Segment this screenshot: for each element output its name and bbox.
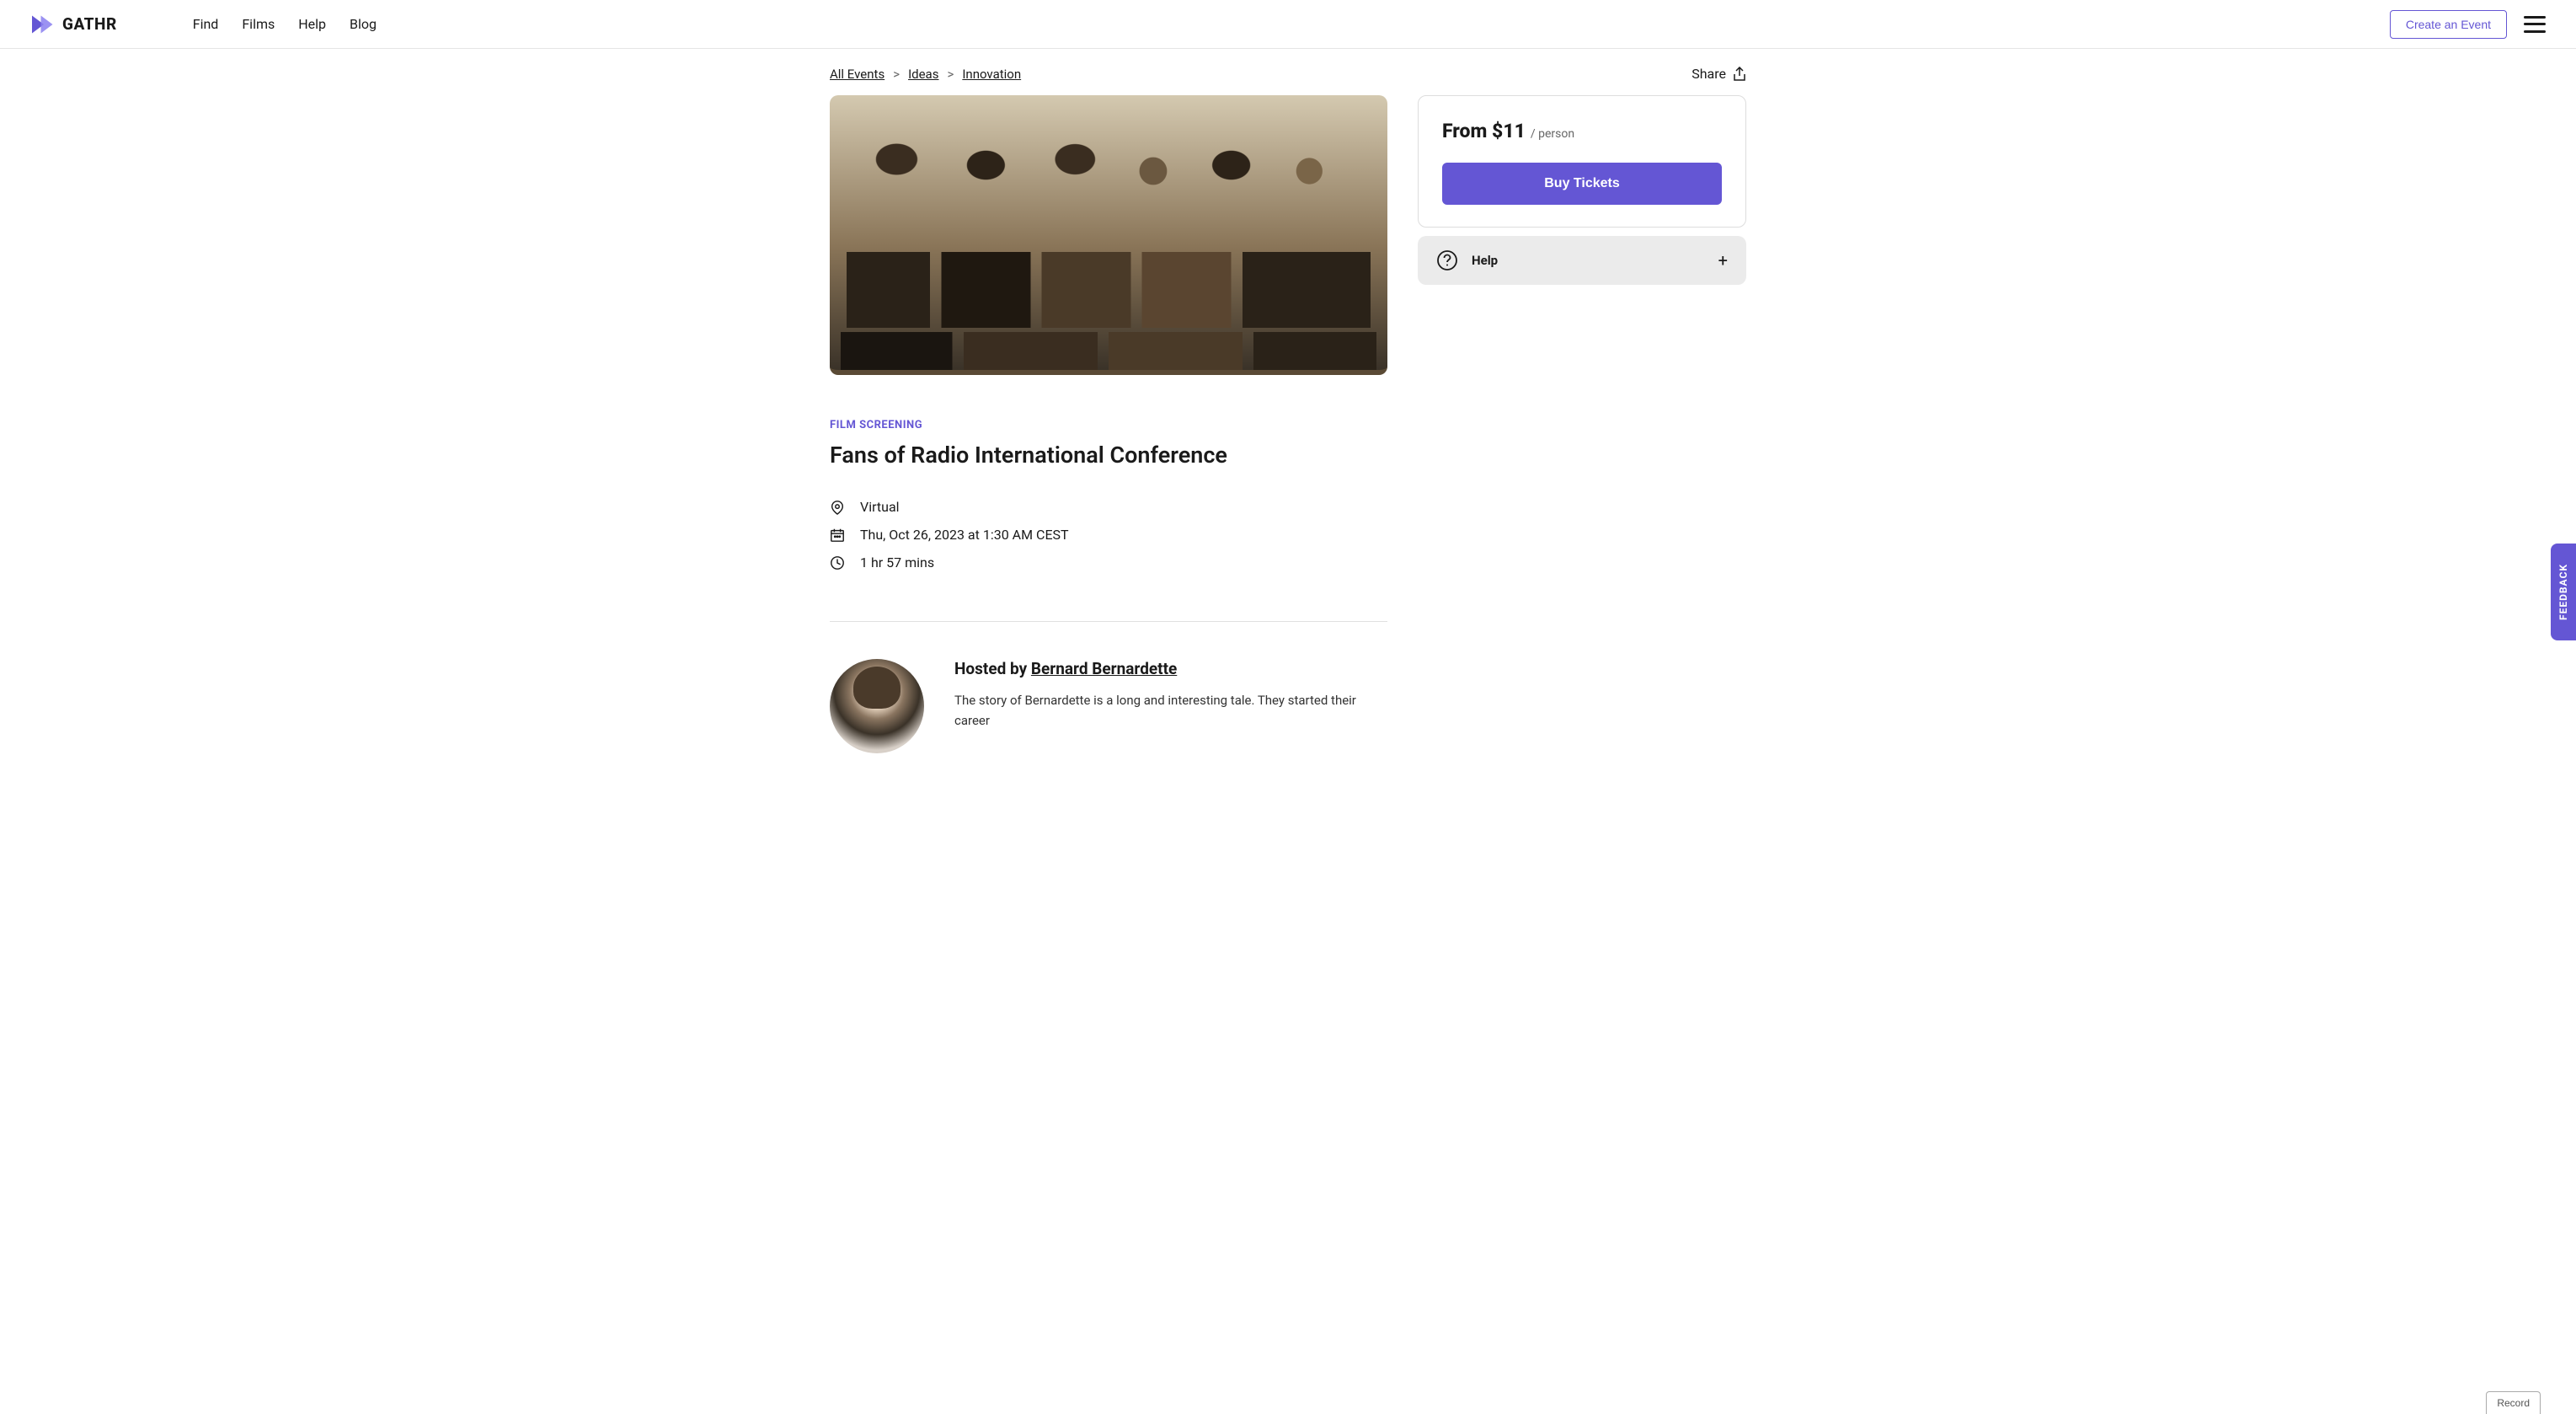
nav-find[interactable]: Find [193, 16, 219, 32]
create-event-button[interactable]: Create an Event [2390, 10, 2507, 39]
host-avatar [830, 659, 924, 753]
sidebar: From $11 / person Buy Tickets Help + [1418, 95, 1746, 285]
breadcrumb: All Events > Ideas > Innovation [830, 67, 1021, 82]
host-name-link[interactable]: Bernard Bernardette [1031, 659, 1177, 678]
main-column: FILM SCREENING Fans of Radio Internation… [830, 95, 1387, 753]
share-icon [1733, 67, 1746, 82]
breadcrumb-all-events[interactable]: All Events [830, 67, 884, 82]
price-value: From $11 [1442, 120, 1526, 142]
share-button[interactable]: Share [1692, 66, 1746, 82]
ticket-box: From $11 / person Buy Tickets [1418, 95, 1746, 228]
breadcrumb-innovation[interactable]: Innovation [962, 67, 1021, 82]
help-label: Help [1472, 253, 1498, 268]
share-label: Share [1692, 66, 1726, 82]
host-heading: Hosted by Bernard Bernardette [954, 659, 1387, 678]
meta-location: Virtual [830, 499, 1387, 515]
hamburger-menu-icon[interactable] [2524, 16, 2546, 33]
price-line: From $11 / person [1442, 120, 1722, 142]
main-nav: Find Films Help Blog [193, 16, 377, 32]
brand-logo[interactable]: GATHR [30, 13, 117, 36]
nav-help[interactable]: Help [298, 16, 326, 32]
plus-icon: + [1718, 250, 1728, 270]
meta-datetime: Thu, Oct 26, 2023 at 1:30 AM CEST [830, 527, 1387, 543]
section-divider [830, 621, 1387, 622]
calendar-icon [830, 528, 845, 543]
site-header: GATHR Find Films Help Blog Create an Eve… [0, 0, 2576, 49]
host-prefix: Hosted by [954, 659, 1031, 678]
feedback-tab[interactable]: FEEDBACK [2551, 544, 2576, 640]
price-per-person: / person [1531, 127, 1574, 141]
help-question-icon [1436, 249, 1458, 271]
host-bio: The story of Bernardette is a long and i… [954, 690, 1387, 731]
datetime-text: Thu, Oct 26, 2023 at 1:30 AM CEST [860, 527, 1069, 543]
breadcrumb-ideas[interactable]: Ideas [908, 67, 938, 82]
event-hero-image [830, 95, 1387, 375]
event-type-label: FILM SCREENING [830, 419, 1387, 431]
nav-blog[interactable]: Blog [350, 16, 377, 32]
header-actions: Create an Event [2390, 10, 2546, 39]
event-title: Fans of Radio International Conference [830, 442, 1387, 469]
meta-duration: 1 hr 57 mins [830, 554, 1387, 570]
clock-icon [830, 555, 845, 570]
brand-name: GATHR [62, 14, 117, 34]
gathr-logo-icon [30, 13, 57, 36]
page-top-bar: All Events > Ideas > Innovation Share [830, 49, 1746, 95]
event-meta: Virtual Thu, Oct 26, 2023 at 1:30 AM CES… [830, 499, 1387, 570]
buy-tickets-button[interactable]: Buy Tickets [1442, 163, 1722, 205]
nav-films[interactable]: Films [242, 16, 275, 32]
duration-text: 1 hr 57 mins [860, 554, 934, 570]
help-accordion[interactable]: Help + [1418, 236, 1746, 285]
host-info: Hosted by Bernard Bernardette The story … [954, 659, 1387, 731]
location-text: Virtual [860, 499, 900, 515]
record-button[interactable]: Record [2486, 1391, 2541, 1414]
location-pin-icon [830, 500, 845, 515]
breadcrumb-sep: > [947, 67, 954, 82]
host-section: Hosted by Bernard Bernardette The story … [830, 659, 1387, 753]
breadcrumb-sep: > [893, 67, 900, 82]
